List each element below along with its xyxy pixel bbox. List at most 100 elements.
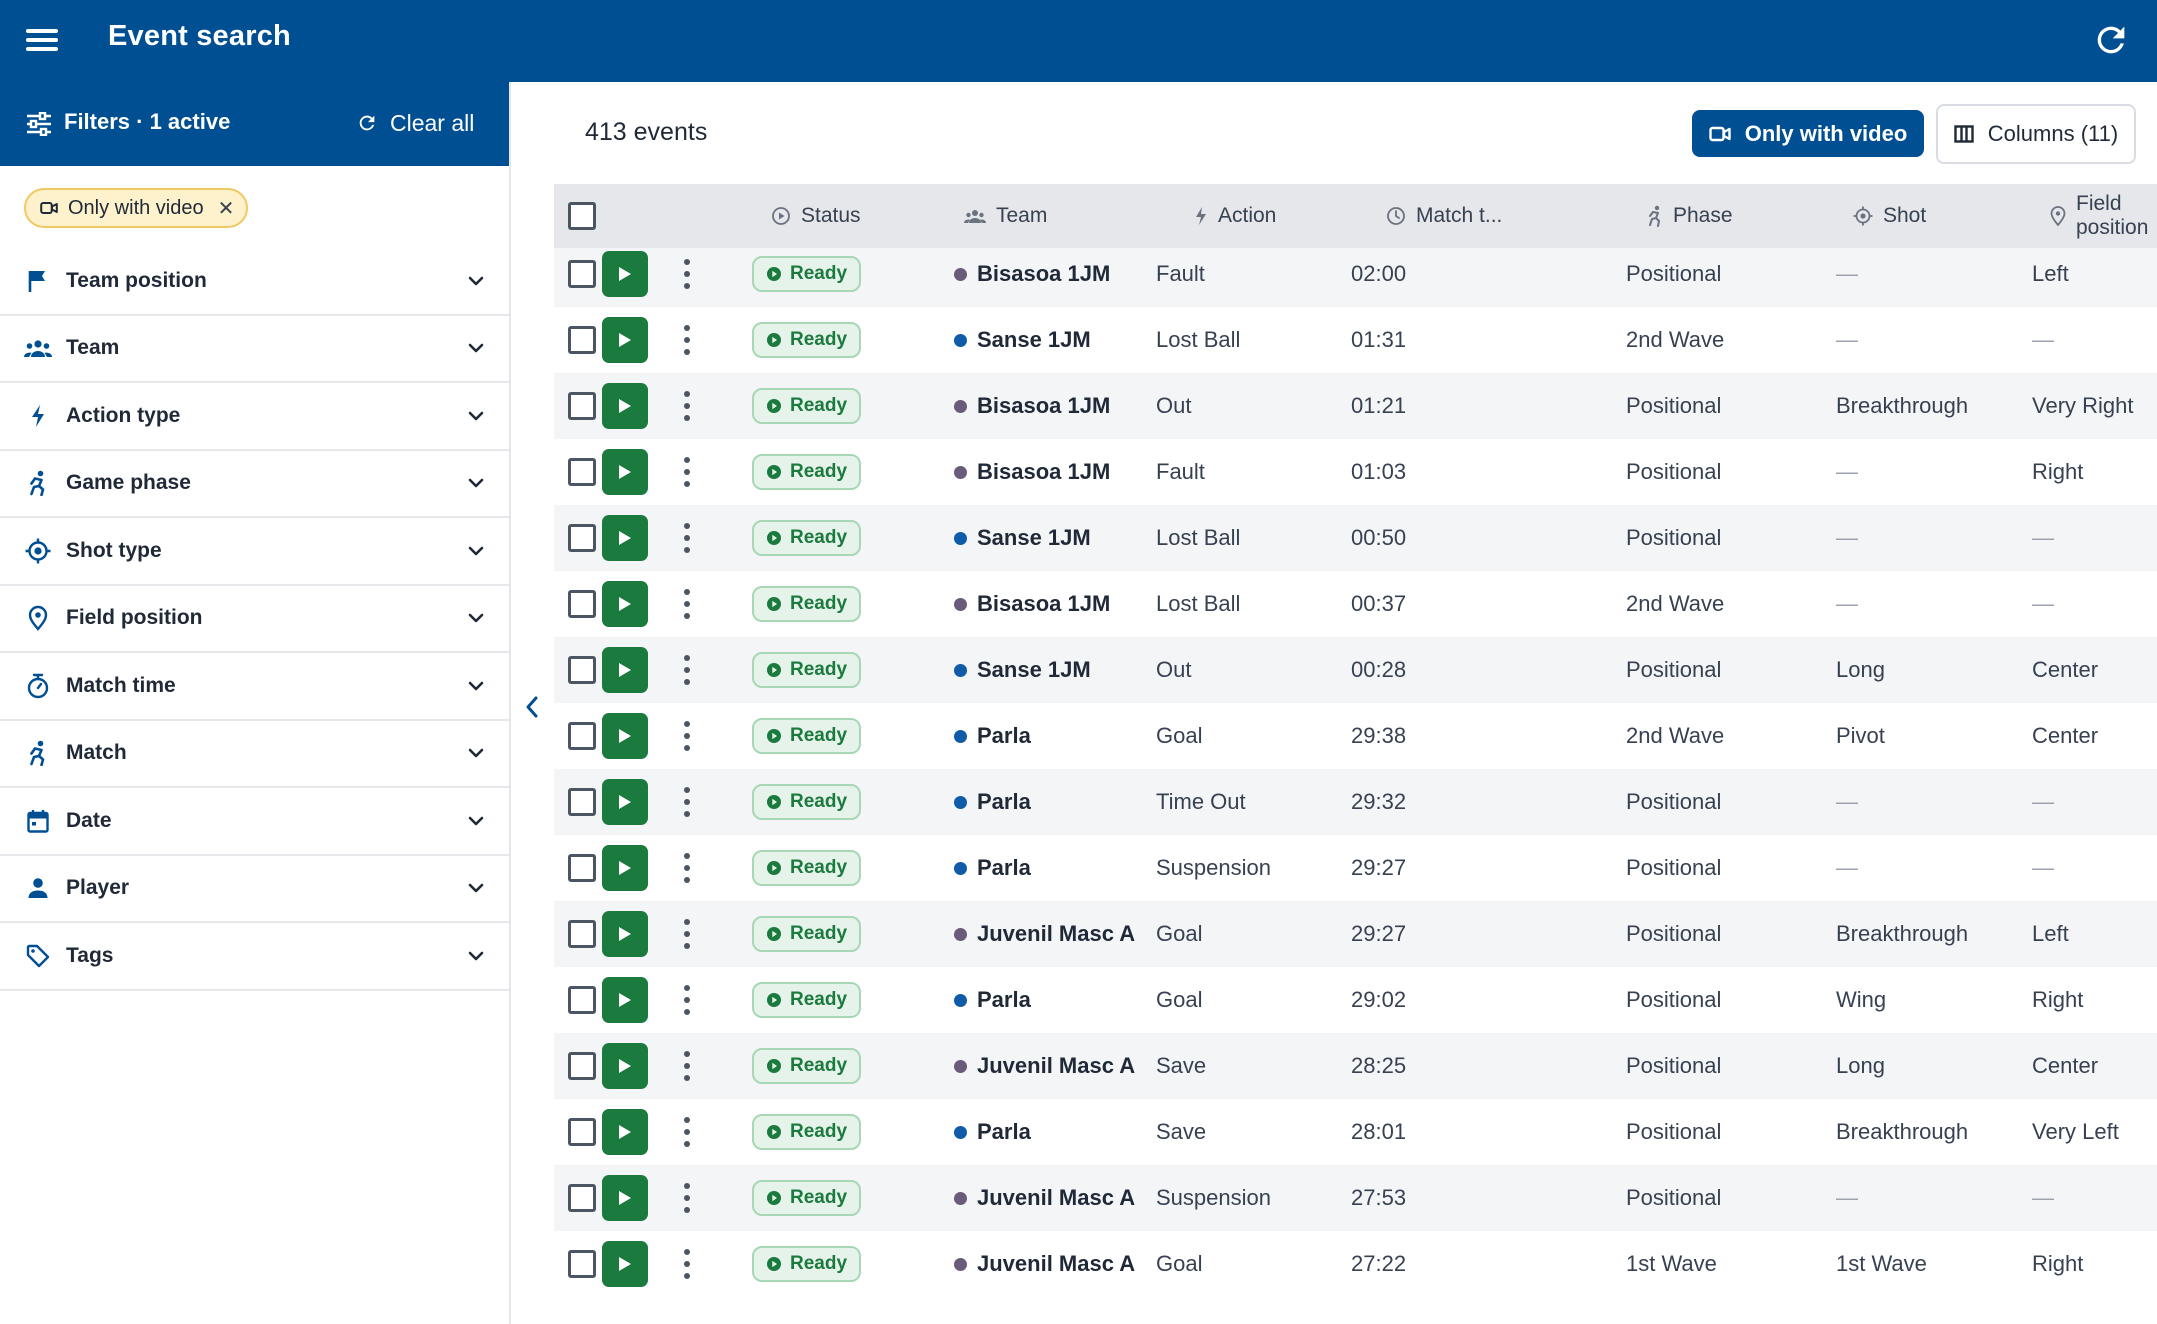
row-more-options-icon[interactable] bbox=[681, 241, 693, 307]
row-checkbox[interactable] bbox=[568, 439, 596, 505]
row-checkbox[interactable] bbox=[568, 1033, 596, 1099]
row-checkbox[interactable] bbox=[568, 1099, 596, 1165]
active-filter-chip[interactable]: Only with video ✕ bbox=[24, 188, 249, 228]
row-checkbox[interactable] bbox=[568, 1231, 596, 1297]
refresh-icon[interactable] bbox=[2091, 20, 2131, 60]
select-all-checkbox[interactable] bbox=[568, 184, 596, 248]
row-more-options-icon[interactable] bbox=[681, 637, 693, 703]
status-badge: Ready bbox=[752, 901, 862, 967]
filter-facet-match[interactable]: Match bbox=[0, 721, 509, 788]
column-header-match-time[interactable]: Match t... bbox=[1386, 184, 1502, 248]
column-header-phase[interactable]: Phase bbox=[1647, 184, 1733, 248]
column-header-field-position[interactable]: Field position bbox=[2050, 184, 2157, 248]
table-row[interactable]: Ready Juvenil Masc A Save 28:25 Positional Lo… bbox=[554, 1033, 2157, 1099]
row-more-options-icon[interactable] bbox=[681, 307, 693, 373]
row-more-options-icon[interactable] bbox=[681, 835, 693, 901]
cell-action: Save bbox=[1156, 1053, 1207, 1078]
team-color-dot bbox=[954, 993, 967, 1007]
play-video-button[interactable] bbox=[602, 505, 648, 571]
row-more-options-icon[interactable] bbox=[681, 901, 693, 967]
table-row[interactable]: Ready Sanse 1JM Out 00:28 Positional Long Cent… bbox=[554, 637, 2157, 703]
row-more-options-icon[interactable] bbox=[681, 967, 693, 1033]
table-row[interactable]: Ready Parla Goal 29:02 Positional Wing Right bbox=[554, 967, 2157, 1033]
row-more-options-icon[interactable] bbox=[681, 571, 693, 637]
filter-facet-field-position[interactable]: Field position bbox=[0, 586, 509, 653]
row-checkbox[interactable] bbox=[568, 901, 596, 967]
table-row[interactable]: Ready Bisasoa 1JM Out 01:21 Positional Breakt… bbox=[554, 373, 2157, 439]
cell-phase: Positional bbox=[1626, 789, 1722, 814]
table-row[interactable]: Ready Juvenil Masc A Suspension 27:53 Positi… bbox=[554, 1165, 2157, 1231]
row-checkbox[interactable] bbox=[568, 835, 596, 901]
play-video-button[interactable] bbox=[602, 439, 648, 505]
row-checkbox[interactable] bbox=[568, 637, 596, 703]
row-more-options-icon[interactable] bbox=[681, 505, 693, 571]
play-video-button[interactable] bbox=[602, 1033, 648, 1099]
table-row[interactable]: Ready Parla Goal 29:38 2nd Wave Pivot Center bbox=[554, 703, 2157, 769]
row-checkbox[interactable] bbox=[568, 1165, 596, 1231]
row-more-options-icon[interactable] bbox=[681, 1099, 693, 1165]
hamburger-menu-icon[interactable] bbox=[24, 24, 60, 58]
play-video-button[interactable] bbox=[602, 1165, 648, 1231]
table-row[interactable]: Ready Parla Suspension 29:27 Positional — — bbox=[554, 835, 2157, 901]
row-checkbox[interactable] bbox=[568, 505, 596, 571]
row-more-options-icon[interactable] bbox=[681, 769, 693, 835]
play-video-button[interactable] bbox=[602, 769, 648, 835]
filter-facet-game-phase[interactable]: Game phase bbox=[0, 451, 509, 518]
play-video-button[interactable] bbox=[602, 1231, 648, 1297]
table-row[interactable]: Ready Parla Time Out 29:32 Positional — — bbox=[554, 769, 2157, 835]
row-checkbox[interactable] bbox=[568, 769, 596, 835]
table-row[interactable]: Ready Bisasoa 1JM Lost Ball 00:37 2nd Wave — — bbox=[554, 571, 2157, 637]
filter-facet-match-time[interactable]: Match time bbox=[0, 653, 509, 721]
status-label: Ready bbox=[790, 1253, 848, 1274]
filter-facet-tags[interactable]: Tags bbox=[0, 923, 509, 991]
table-row[interactable]: Ready Bisasoa 1JM Fault 02:00 Positional — Lef… bbox=[554, 241, 2157, 307]
row-checkbox[interactable] bbox=[568, 241, 596, 307]
play-video-button[interactable] bbox=[602, 307, 648, 373]
clear-all-button[interactable]: Clear all bbox=[356, 106, 474, 140]
column-header-shot[interactable]: Shot bbox=[1853, 184, 1926, 248]
row-checkbox[interactable] bbox=[568, 571, 596, 637]
play-video-button[interactable] bbox=[602, 967, 648, 1033]
column-header-status[interactable]: Status bbox=[771, 184, 861, 248]
filter-facet-player[interactable]: Player bbox=[0, 856, 509, 923]
play-video-button[interactable] bbox=[602, 241, 648, 307]
only-with-video-button[interactable]: Only with video bbox=[1692, 110, 1924, 157]
column-header-team[interactable]: Team bbox=[964, 184, 1047, 248]
row-checkbox[interactable] bbox=[568, 967, 596, 1033]
row-more-options-icon[interactable] bbox=[681, 703, 693, 769]
row-checkbox[interactable] bbox=[568, 307, 596, 373]
row-more-options-icon[interactable] bbox=[681, 439, 693, 505]
row-more-options-icon[interactable] bbox=[681, 1231, 693, 1297]
clock-icon bbox=[1387, 207, 1405, 225]
row-checkbox[interactable] bbox=[568, 703, 596, 769]
team-color-dot bbox=[954, 1059, 967, 1073]
filter-facet-shot-type[interactable]: Shot type bbox=[0, 518, 509, 586]
table-row[interactable]: Ready Juvenil Masc A Goal 27:22 1st Wave 1st … bbox=[554, 1231, 2157, 1297]
play-video-button[interactable] bbox=[602, 835, 648, 901]
play-video-button[interactable] bbox=[602, 571, 648, 637]
row-more-options-icon[interactable] bbox=[681, 373, 693, 439]
filter-facet-action-type[interactable]: Action type bbox=[0, 383, 509, 451]
table-row[interactable]: Ready Bisasoa 1JM Fault 01:03 Positional — Rig… bbox=[554, 439, 2157, 505]
cell-field: Very Left bbox=[2032, 1119, 2119, 1144]
play-video-button[interactable] bbox=[602, 373, 648, 439]
results-panel: 413 events Only with video Columns (11) … bbox=[511, 82, 2157, 1324]
play-video-button[interactable] bbox=[602, 901, 648, 967]
play-video-button[interactable] bbox=[602, 637, 648, 703]
row-checkbox[interactable] bbox=[568, 373, 596, 439]
table-row[interactable]: Ready Parla Save 28:01 Positional Breakthroug… bbox=[554, 1099, 2157, 1165]
remove-chip-close-icon[interactable]: ✕ bbox=[218, 196, 235, 221]
columns-button[interactable]: Columns (11) bbox=[1936, 104, 2136, 164]
filter-facet-team[interactable]: Team bbox=[0, 316, 509, 383]
filter-facet-team-position[interactable]: Team position bbox=[0, 248, 509, 316]
play-video-button[interactable] bbox=[602, 1099, 648, 1165]
table-row[interactable]: Ready Sanse 1JM Lost Ball 01:31 2nd Wave — — bbox=[554, 307, 2157, 373]
table-row[interactable]: Ready Juvenil Masc A Goal 29:27 Positional Br… bbox=[554, 901, 2157, 967]
cell-field: — bbox=[2032, 591, 2054, 616]
filter-facet-date[interactable]: Date bbox=[0, 788, 509, 856]
column-header-action[interactable]: Action bbox=[1194, 184, 1276, 248]
table-row[interactable]: Ready Sanse 1JM Lost Ball 00:50 Positional — — bbox=[554, 505, 2157, 571]
row-more-options-icon[interactable] bbox=[681, 1033, 693, 1099]
play-video-button[interactable] bbox=[602, 703, 648, 769]
row-more-options-icon[interactable] bbox=[681, 1165, 693, 1231]
